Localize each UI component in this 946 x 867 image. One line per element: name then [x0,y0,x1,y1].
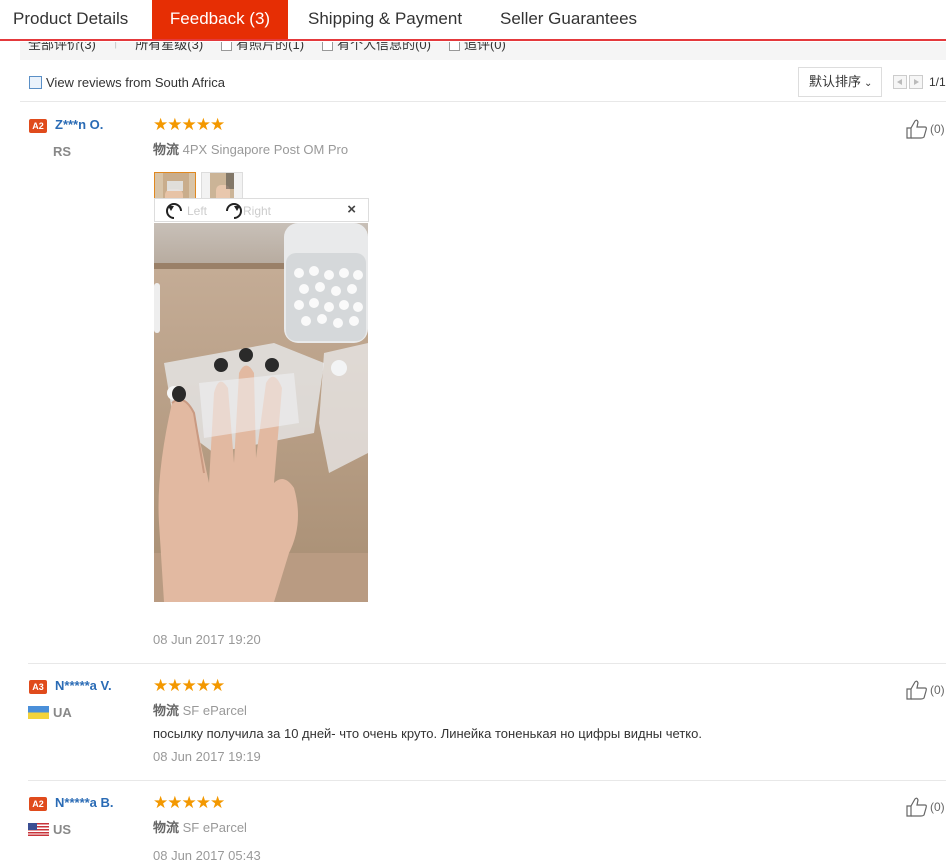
tab-shipping-payment[interactable]: Shipping & Payment [288,0,484,39]
helpful-button[interactable]: (0) [905,119,945,139]
rating-stars: ★★★★★ [153,793,225,812]
thumbs-up-icon [906,797,927,817]
review-date: 08 Jun 2017 05:43 [153,848,261,863]
filter-with-photos-label: 有照片的(1) [236,42,305,52]
logistics-value: SF eParcel [182,820,247,835]
south-africa-checkbox[interactable] [29,76,42,89]
buyer-level-badge: A2 [29,119,47,133]
page-indicator: 1/1 [929,75,946,89]
checkbox[interactable] [322,42,334,52]
filter-with-details-label: 有个人信息的(0) [337,42,431,52]
rating-stars: ★★★★★ [153,676,225,695]
rotate-left-button[interactable]: Left [165,202,207,220]
tab-bar: Product Details Feedback (3) Shipping & … [0,0,946,41]
filter-additional[interactable]: 追评(0) [448,42,506,53]
buyer-name: N*****a B. [55,795,114,810]
close-viewer-button[interactable]: × [347,201,356,218]
review-toolbar: View reviews from South Africa 默认排序 ⌄ 1/1 [20,62,946,102]
buyer-country: UA [53,705,72,720]
rotate-right-label: Right [243,204,272,218]
helpful-button[interactable]: (0) [905,680,945,700]
thumbs-up-icon [906,680,927,700]
logistics-value: SF eParcel [182,703,247,718]
filter-bar: 全部评价(3) | 所有星级(3) 有照片的(1) 有个人信息的(0) 追评(0… [20,42,946,60]
helpful-count: (0) [930,122,945,136]
south-africa-filter[interactable]: View reviews from South Africa [29,75,225,90]
checkbox[interactable] [448,42,460,52]
logistics-value: 4PX Singapore Post OM Pro [182,142,349,157]
buyer-name: N*****a V. [55,678,112,693]
buyer-level-badge: A3 [29,680,47,694]
review-date: 08 Jun 2017 19:19 [153,749,261,764]
review-photo-large [154,223,368,602]
rotate-right-icon [226,203,242,219]
review-divider [28,663,946,664]
rotate-right-button[interactable]: Right [221,202,271,220]
review-text: посылку получила за 10 дней- что очень к… [153,726,702,741]
thumbs-up-icon [906,119,927,139]
logistics-label: 物流 [153,703,180,718]
tab-product-details[interactable]: Product Details [0,0,152,39]
tab-seller-guarantees[interactable]: Seller Guarantees [484,0,650,39]
photo-viewer-toolbar: Left Right × [154,198,369,222]
logistics-label: 物流 [153,142,180,157]
buyer-country: US [53,822,72,837]
rotate-left-label: Left [187,204,208,218]
checkbox[interactable] [221,42,233,52]
logistics-info: 物流 SF eParcel [153,700,247,719]
buyer-level-badge: A2 [29,797,47,811]
filter-with-photos[interactable]: 有照片的(1) [221,42,304,53]
sort-label: 默认排序 [809,74,862,89]
filter-with-details[interactable]: 有个人信息的(0) [322,42,431,53]
filter-additional-label: 追评(0) [463,42,506,52]
review-date: 08 Jun 2017 19:20 [153,632,261,647]
filter-separator: | [114,42,117,53]
helpful-button[interactable]: (0) [905,797,945,817]
filter-all-reviews[interactable]: 全部评价(3) [28,42,96,53]
buyer-country: RS [53,144,72,159]
tab-feedback[interactable]: Feedback (3) [152,0,288,39]
prev-page-button[interactable] [893,75,907,89]
logistics-info: 物流 4PX Singapore Post OM Pro [153,139,348,158]
chevron-down-icon: ⌄ [864,78,873,89]
helpful-count: (0) [930,683,945,697]
rating-stars: ★★★★★ [153,115,225,134]
south-africa-label: View reviews from South Africa [46,75,225,90]
rotate-left-icon [166,203,182,219]
logistics-label: 物流 [153,820,180,835]
logistics-info: 物流 SF eParcel [153,817,247,836]
flag-us-icon [28,823,49,836]
pager: 1/1 [893,75,946,89]
review-photo-image [154,223,368,602]
helpful-count: (0) [930,800,945,814]
flag-ua-icon [28,706,49,719]
next-page-button[interactable] [909,75,923,89]
filter-all-stars[interactable]: 所有星级(3) [135,42,203,53]
review-divider [28,780,946,781]
buyer-name: Z***n O. [55,117,104,132]
sort-dropdown[interactable]: 默认排序 ⌄ [798,67,882,97]
